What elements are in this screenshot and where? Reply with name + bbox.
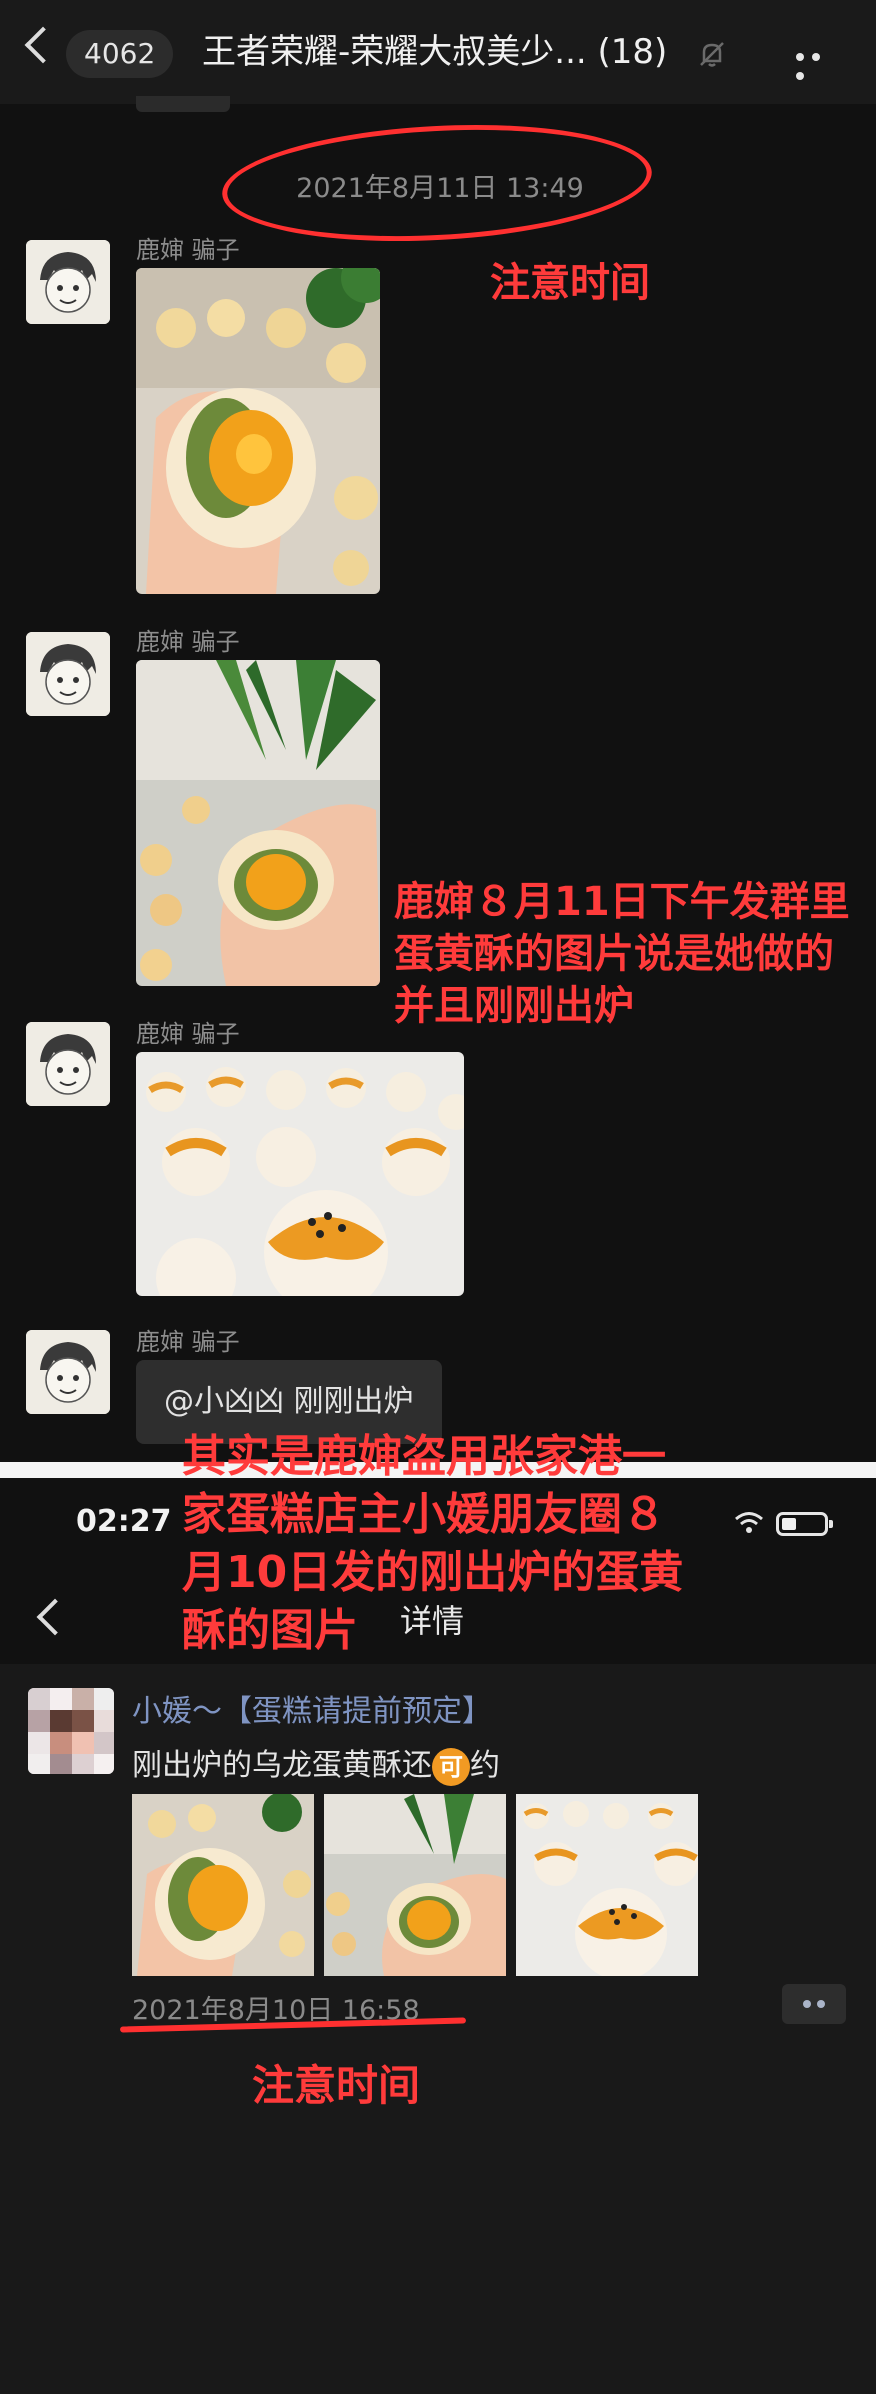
more-options-icon[interactable] [796, 46, 840, 80]
chat-title: 王者荣耀-荣耀大叔美少... (18) [202, 32, 668, 72]
avatar[interactable] [26, 1330, 110, 1414]
message-photo-pastry-tray[interactable] [136, 1052, 464, 1296]
message-photo-pastry-bitten[interactable] [136, 268, 380, 594]
mute-bell-icon [700, 42, 724, 67]
moment-photo-pastry-tray[interactable] [516, 1794, 698, 1976]
moment-text-after: 约 [470, 1748, 500, 1783]
annotation-reveal-line: 家蛋糕店主小媛朋友圈８ [182, 1489, 666, 1540]
avatar[interactable] [26, 632, 110, 716]
avatar[interactable] [26, 240, 110, 324]
sender-name: 鹿婶 骗子 [136, 1328, 240, 1356]
annotation-note-time-top: 注意时间 [490, 260, 650, 306]
wifi-icon [735, 1512, 763, 1533]
sketch-face-icon [26, 1330, 110, 1414]
annotation-reveal-line: 其实是鹿婶盗用张家港一 [182, 1431, 666, 1482]
sender-name: 鹿婶 骗子 [136, 628, 240, 656]
sketch-face-icon [26, 240, 110, 324]
back-chevron-icon[interactable] [36, 1598, 74, 1636]
annotation-claim: 鹿婶８月11日下午发群里 蛋黄酥的图片说是她做的 并且刚刚出炉 [394, 876, 850, 1032]
annotation-reveal-line: 月10日发的刚出炉的蛋黄 [182, 1547, 684, 1598]
annotation-circle [219, 114, 655, 252]
status-bar-time: 02:27 [76, 1504, 172, 1539]
annotation-reveal: 其实是鹿婶盗用张家港一 家蛋糕店主小媛朋友圈８ 月10日发的刚出炉的蛋黄 酥的图… [182, 1428, 683, 1660]
moment-text-before: 刚出炉的乌龙蛋黄酥还 [132, 1748, 432, 1783]
sketch-face-icon [26, 632, 110, 716]
unread-count-badge[interactable]: 4062 [66, 30, 174, 78]
sender-name: 鹿婶 骗子 [136, 236, 240, 264]
sender-name: 鹿婶 骗子 [136, 1020, 240, 1048]
author-name[interactable]: 小媛～【蛋糕请提前预定】 [132, 1686, 492, 1730]
message-photo-pastry-in-hand[interactable] [136, 660, 380, 986]
sketch-face-icon [26, 1022, 110, 1106]
annotation-reveal-line: 酥的图片 [182, 1605, 358, 1656]
annotation-note-time-bottom: 注意时间 [252, 2061, 421, 2110]
author-avatar[interactable] [28, 1688, 114, 1774]
annotation-claim-line: 并且刚刚出炉 [394, 983, 634, 1029]
annotation-claim-line: 鹿婶８月11日下午发群里 [394, 879, 850, 925]
avatar[interactable] [26, 1022, 110, 1106]
ke-emoji-icon: 可 [432, 1747, 470, 1786]
battery-icon [776, 1512, 833, 1536]
like-comment-button[interactable] [782, 1984, 846, 2024]
moment-photo-pastry-bitten[interactable] [132, 1794, 314, 1976]
moment-photo-pastry-in-hand[interactable] [324, 1794, 506, 1976]
previous-message-edge [136, 96, 230, 112]
annotation-claim-line: 蛋黄酥的图片说是她做的 [394, 931, 834, 977]
moment-text: 刚出炉的乌龙蛋黄酥还可约 [132, 1740, 500, 1786]
